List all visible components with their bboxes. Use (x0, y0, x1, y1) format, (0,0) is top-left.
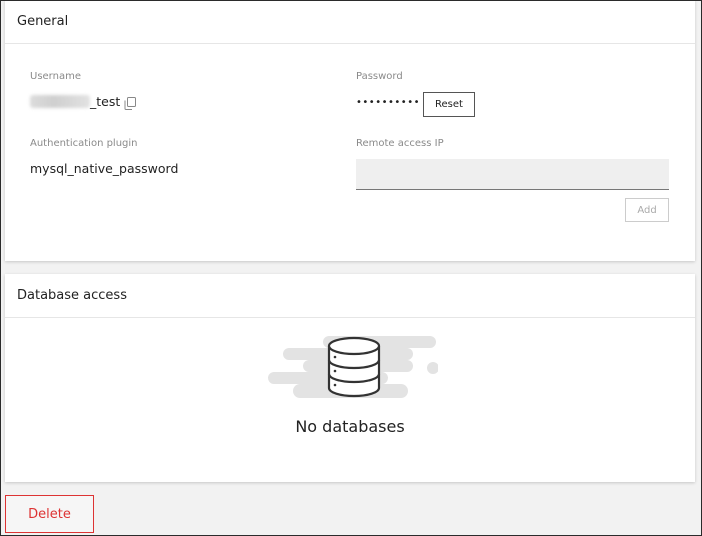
password-masked-value: •••••••••• (356, 97, 420, 108)
username-label: Username (30, 71, 81, 82)
database-icon (327, 336, 381, 398)
password-label: Password (356, 71, 403, 82)
auth-plugin-label: Authentication plugin (30, 138, 138, 149)
add-remote-ip-button[interactable]: Add (625, 198, 669, 222)
database-access-title: Database access (5, 274, 695, 318)
remote-access-ip-input[interactable] (356, 159, 669, 190)
general-card-title: General (5, 0, 695, 44)
remote-access-label: Remote access IP (356, 138, 444, 149)
copy-icon[interactable] (124, 95, 136, 110)
auth-plugin-value: mysql_native_password (30, 161, 179, 176)
reset-password-button[interactable]: Reset (423, 92, 475, 117)
username-redacted-prefix (30, 95, 90, 108)
database-access-card: Database access No databases (5, 274, 695, 482)
general-card: General Username _test Password ••••••••… (5, 0, 695, 261)
username-value: _test (90, 94, 121, 109)
empty-databases-illustration (263, 336, 439, 402)
delete-user-button[interactable]: Delete (5, 495, 94, 533)
empty-databases-text: No databases (295, 417, 405, 436)
